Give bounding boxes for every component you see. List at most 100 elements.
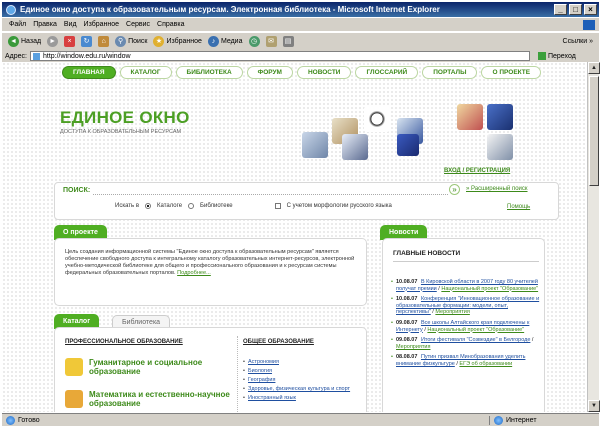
search-button[interactable]: ⚲ Поиск [115,36,147,47]
close-button[interactable]: × [584,4,597,15]
photo-tile [487,104,513,130]
menu-tools[interactable]: Сервис [126,21,150,28]
zone-text: Интернет [506,416,537,424]
maximize-button[interactable]: □ [569,4,582,15]
prof-education-heading[interactable]: ПРОФЕССИОНАЛЬНОЕ ОБРАЗОВАНИЕ [65,339,183,345]
menu-bar: Файл Правка Вид Избранное Сервис Справка [2,18,599,31]
address-bar: Адрес: http://window.edu.ru/window Перех… [2,50,599,62]
search-label: ПОИСК: [63,187,91,194]
search-go-button[interactable]: » [449,184,460,195]
subject-link[interactable]: Астрономия [243,358,350,367]
nav-forum[interactable]: ФОРУМ [246,66,293,79]
vertical-scrollbar[interactable]: ▲ ▼ [587,62,600,412]
news-item: 09.08.07 Итоги фестиваля "Созвездие" в Б… [391,337,543,350]
about-text: Цель создания информационной системы "Ед… [65,249,360,277]
nav-news[interactable]: НОВОСТИ [296,66,352,79]
news-tag[interactable]: ЕГЭ об образовании [459,361,512,367]
links-button[interactable]: Ссылки » [563,38,593,45]
about-more-link[interactable]: Подробнее... [177,270,211,276]
nav-about[interactable]: О ПРОЕКТЕ [481,66,542,79]
search-options: Искать в Каталоге Библиотеке С учетом мо… [115,203,392,209]
search-label: Поиск [128,38,148,45]
news-tag[interactable]: Национальный проект "Образование" [441,286,538,292]
back-button[interactable]: ◄ Назад [8,36,41,47]
news-item: 10.08.07 В Кировской области в 2007 году… [391,279,543,292]
morphology-checkbox[interactable] [274,203,281,209]
news-date: 10.08.07 [396,296,418,303]
news-tag[interactable]: Мероприятия [396,344,430,350]
favorites-button[interactable]: ★ Избранное [153,36,202,47]
subject-link[interactable]: Здоровье, физическая культура и спорт [243,385,350,394]
print-button[interactable]: ▤ [282,36,294,47]
general-education-heading[interactable]: ОБЩЕЕ ОБРАЗОВАНИЕ [243,339,314,345]
news-item: 09.08.07 Все школы Алтайского края подкл… [391,320,543,333]
nav-catalog[interactable]: КАТАЛОГ [119,66,172,79]
minimize-button[interactable]: _ [554,4,567,15]
menu-file[interactable]: Файл [9,21,26,28]
nav-portals[interactable]: ПОРТАЛЫ [422,66,478,79]
catalog-entry-label: Математика и естественно-научное образов… [89,390,230,408]
subject-link[interactable]: Иностранный язык [243,394,350,403]
advanced-search-link[interactable]: » Расширенный поиск [466,186,528,192]
subject-link[interactable]: География [243,376,350,385]
search-in-label: Искать в [115,203,140,209]
quill-icon [65,358,83,376]
refresh-icon: ↻ [81,36,93,47]
status-bar: Готово Интернет [2,413,599,426]
forward-arrow-icon: ► [47,36,59,47]
scroll-down-icon[interactable]: ▼ [588,400,600,412]
photo-tile [364,106,390,132]
stop-button[interactable]: × [64,36,76,47]
site-nav: ГЛАВНАЯ КАТАЛОГ БИБЛИОТЕКА ФОРУМ НОВОСТИ… [62,66,542,79]
news-tag[interactable]: Национальный проект "Образование" [427,327,524,333]
science-icon [65,390,83,408]
radio-catalog[interactable] [145,203,152,209]
photo-tile [302,132,328,158]
forward-button[interactable]: ► [47,36,59,47]
menu-help[interactable]: Справка [157,21,184,28]
subject-link[interactable]: Биология [243,367,350,376]
scroll-up-icon[interactable]: ▲ [588,62,600,74]
back-label: Назад [21,38,42,45]
status-text: Готово [18,416,40,424]
media-button[interactable]: ♪ Медиа [207,36,243,47]
news-link[interactable]: Итоги фестиваля "Созвездие" в Белгороде [421,337,530,343]
nav-main[interactable]: ГЛАВНАЯ [62,66,116,79]
stop-icon: × [64,36,76,47]
go-button[interactable]: Переход [537,52,576,60]
menu-view[interactable]: Вид [64,21,77,28]
help-link[interactable]: Помощь [507,204,530,210]
site-logo[interactable]: ЕДИНОЕ ОКНО ДОСТУПА К ОБРАЗОВАТЕЛЬНЫМ РЕ… [60,108,190,135]
nav-glossary[interactable]: ГЛОССАРИЙ [355,66,419,79]
address-input[interactable]: http://window.edu.ru/window [29,51,530,61]
search-icon: ⚲ [115,36,127,47]
radio-library[interactable] [188,203,195,209]
catalog-entry[interactable]: Математика и естественно-научное образов… [65,390,239,408]
scroll-thumb[interactable] [589,76,599,186]
favorites-label: Избранное [166,38,202,45]
brand-subtitle: ДОСТУПА К ОБРАЗОВАТЕЛЬНЫМ РЕСУРСАМ [60,129,182,135]
mail-button[interactable]: ✉ [265,36,277,47]
photo-tile [457,104,483,130]
media-icon: ♪ [207,36,219,47]
menu-edit[interactable]: Правка [33,21,57,28]
home-icon: ⌂ [98,36,110,47]
brand-title: ЕДИНОЕ ОКНО [60,108,190,127]
photo-tile [487,134,513,160]
search-box: ПОИСК: » » Расширенный поиск Искать в Ка… [54,182,559,220]
news-item: 10.08.07 Конференция "Инновационное обра… [391,296,543,316]
history-button[interactable]: ◷ [248,36,260,47]
news-date: 09.08.07 [396,319,418,326]
home-button[interactable]: ⌂ [98,36,110,47]
catalog-entry[interactable]: Гуманитарное и социальное образование [65,358,239,376]
catalog-panel: ПРОФЕССИОНАЛЬНОЕ ОБРАЗОВАНИЕ ОБЩЕЕ ОБРАЗ… [54,327,367,412]
windows-logo-icon [583,19,595,30]
photo-tile [397,134,419,156]
news-tag[interactable]: Мероприятия [435,309,469,315]
search-input[interactable] [93,185,448,195]
menu-favorites[interactable]: Избранное [84,21,119,28]
news-date: 08.08.07 [396,354,418,361]
refresh-button[interactable]: ↻ [81,36,93,47]
nav-library[interactable]: БИБЛИОТЕКА [175,66,243,79]
login-register-link[interactable]: ВХОД / РЕГИСТРАЦИЯ [444,168,510,174]
